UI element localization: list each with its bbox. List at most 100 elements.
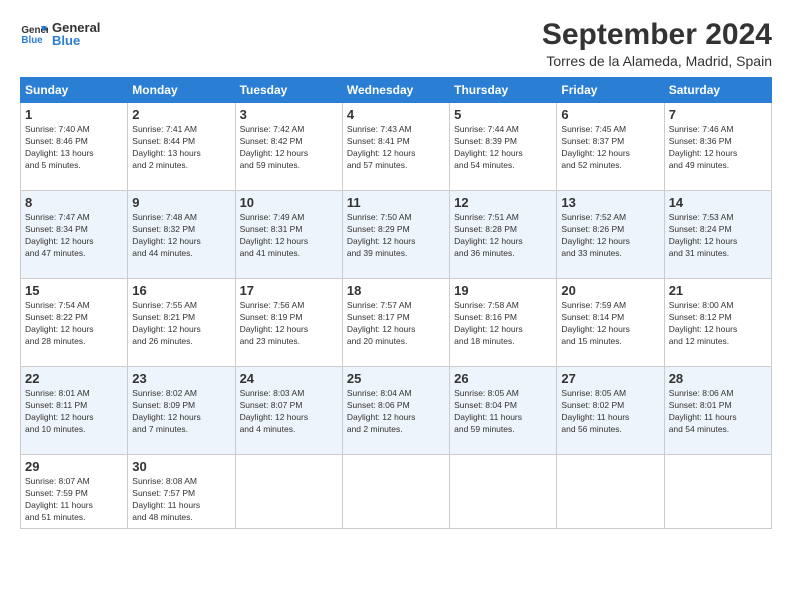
daylight-hours: Daylight: 11 hours: [561, 412, 629, 422]
day-number: 24: [240, 371, 338, 386]
day-detail: and 57 minutes.: [347, 160, 407, 170]
sunset-info: Sunset: 8:41 PM: [347, 136, 410, 146]
day-detail: and 23 minutes.: [240, 336, 300, 346]
sunrise-info: Sunrise: 7:41 AM: [132, 124, 197, 134]
daylight-hours: Daylight: 12 hours: [347, 324, 416, 334]
day-info: Sunrise: 7:52 AMSunset: 8:26 PMDaylight:…: [561, 212, 659, 260]
sunset-info: Sunset: 8:07 PM: [240, 400, 303, 410]
day-number: 12: [454, 195, 552, 210]
day-number: 7: [669, 107, 767, 122]
day-info: Sunrise: 7:51 AMSunset: 8:28 PMDaylight:…: [454, 212, 552, 260]
day-detail: and 15 minutes.: [561, 336, 621, 346]
sunrise-info: Sunrise: 8:04 AM: [347, 388, 412, 398]
table-row: 29Sunrise: 8:07 AMSunset: 7:59 PMDayligh…: [21, 455, 128, 529]
calendar-header-row: Sunday Monday Tuesday Wednesday Thursday…: [21, 78, 772, 103]
calendar-table: Sunday Monday Tuesday Wednesday Thursday…: [20, 77, 772, 529]
daylight-hours: Daylight: 12 hours: [132, 324, 201, 334]
sunrise-info: Sunrise: 8:00 AM: [669, 300, 734, 310]
day-number: 22: [25, 371, 123, 386]
day-detail: and 2 minutes.: [132, 160, 188, 170]
sunset-info: Sunset: 8:28 PM: [454, 224, 517, 234]
day-info: Sunrise: 8:03 AMSunset: 8:07 PMDaylight:…: [240, 388, 338, 436]
sunrise-info: Sunrise: 8:07 AM: [25, 476, 90, 486]
daylight-hours: Daylight: 12 hours: [454, 324, 523, 334]
month-title: September 2024: [542, 18, 772, 51]
sunrise-info: Sunrise: 7:57 AM: [347, 300, 412, 310]
sunrise-info: Sunrise: 7:40 AM: [25, 124, 90, 134]
daylight-hours: Daylight: 12 hours: [240, 324, 309, 334]
day-number: 15: [25, 283, 123, 298]
table-row: 14Sunrise: 7:53 AMSunset: 8:24 PMDayligh…: [664, 191, 771, 279]
day-number: 18: [347, 283, 445, 298]
day-number: 25: [347, 371, 445, 386]
calendar-week-row: 15 Sunrise: 7:54 AMSunset: 8:22 PMDayligh…: [21, 279, 772, 367]
daylight-hours: Daylight: 12 hours: [240, 412, 309, 422]
table-row: 6Sunrise: 7:45 AMSunset: 8:37 PMDaylight…: [557, 103, 664, 191]
day-info: Sunrise: 7:54 AMSunset: 8:22 PMDaylight:…: [25, 300, 123, 348]
header-thursday: Thursday: [450, 78, 557, 103]
day-detail: and 59 minutes.: [454, 424, 514, 434]
day-info: Sunrise: 7:57 AMSunset: 8:17 PMDaylight:…: [347, 300, 445, 348]
table-row: 4Sunrise: 7:43 AMSunset: 8:41 PMDaylight…: [342, 103, 449, 191]
sunrise-info: Sunrise: 7:42 AM: [240, 124, 305, 134]
table-row: 25Sunrise: 8:04 AMSunset: 8:06 PMDayligh…: [342, 367, 449, 455]
daylight-hours: Daylight: 12 hours: [240, 236, 309, 246]
logo-line2: Blue: [52, 33, 100, 48]
day-detail: and 12 minutes.: [669, 336, 729, 346]
sunset-info: Sunset: 7:57 PM: [132, 488, 195, 498]
daylight-hours: Daylight: 12 hours: [561, 148, 630, 158]
day-detail: and 7 minutes.: [132, 424, 188, 434]
day-number: 27: [561, 371, 659, 386]
logo: General Blue General Blue: [20, 18, 100, 48]
daylight-hours: Daylight: 12 hours: [347, 148, 416, 158]
day-number: 10: [240, 195, 338, 210]
day-number: 21: [669, 283, 767, 298]
sunrise-info: Sunrise: 7:48 AM: [132, 212, 197, 222]
day-number: 28: [669, 371, 767, 386]
sunrise-info: Sunrise: 7:53 AM: [669, 212, 734, 222]
sunset-info: Sunset: 8:09 PM: [132, 400, 195, 410]
day-detail: and 39 minutes.: [347, 248, 407, 258]
sunset-info: Sunset: 8:39 PM: [454, 136, 517, 146]
day-number: 20: [561, 283, 659, 298]
sunrise-info: Sunrise: 7:51 AM: [454, 212, 519, 222]
table-row: 10Sunrise: 7:49 AMSunset: 8:31 PMDayligh…: [235, 191, 342, 279]
table-row: 15 Sunrise: 7:54 AMSunset: 8:22 PMDayligh…: [21, 279, 128, 367]
header-sunday: Sunday: [21, 78, 128, 103]
daylight-hours: Daylight: 12 hours: [561, 236, 630, 246]
sunrise-info: Sunrise: 7:54 AM: [25, 300, 90, 310]
location: Torres de la Alameda, Madrid, Spain: [542, 53, 772, 69]
table-row: 28Sunrise: 8:06 AMSunset: 8:01 PMDayligh…: [664, 367, 771, 455]
sunrise-info: Sunrise: 7:58 AM: [454, 300, 519, 310]
logo-icon: General Blue: [20, 19, 48, 47]
day-number: 11: [347, 195, 445, 210]
day-info: Sunrise: 8:08 AMSunset: 7:57 PMDaylight:…: [132, 476, 230, 524]
day-detail: and 44 minutes.: [132, 248, 192, 258]
day-info: Sunrise: 8:00 AMSunset: 8:12 PMDaylight:…: [669, 300, 767, 348]
day-info: Sunrise: 7:45 AMSunset: 8:37 PMDaylight:…: [561, 124, 659, 172]
daylight-hours: Daylight: 12 hours: [132, 236, 201, 246]
sunset-info: Sunset: 8:46 PM: [25, 136, 88, 146]
day-detail: and 5 minutes.: [25, 160, 81, 170]
day-number: 19: [454, 283, 552, 298]
table-row: [557, 455, 664, 529]
daylight-hours: Daylight: 12 hours: [347, 412, 416, 422]
daylight-hours: Daylight: 13 hours: [132, 148, 201, 158]
sunrise-info: Sunrise: 7:59 AM: [561, 300, 626, 310]
day-number: 4: [347, 107, 445, 122]
sunrise-info: Sunrise: 8:02 AM: [132, 388, 197, 398]
day-number: 14: [669, 195, 767, 210]
daylight-hours: Daylight: 11 hours: [25, 500, 93, 510]
calendar-week-row: 29Sunrise: 8:07 AMSunset: 7:59 PMDayligh…: [21, 455, 772, 529]
table-row: 24 Sunrise: 8:03 AMSunset: 8:07 PMDayligh…: [235, 367, 342, 455]
day-detail: and 54 minutes.: [454, 160, 514, 170]
sunset-info: Sunset: 7:59 PM: [25, 488, 88, 498]
day-number: 5: [454, 107, 552, 122]
svg-text:Blue: Blue: [21, 35, 43, 46]
daylight-hours: Daylight: 12 hours: [669, 148, 738, 158]
table-row: 19Sunrise: 7:58 AMSunset: 8:16 PMDayligh…: [450, 279, 557, 367]
table-row: 8Sunrise: 7:47 AMSunset: 8:34 PMDaylight…: [21, 191, 128, 279]
table-row: [342, 455, 449, 529]
sunset-info: Sunset: 8:31 PM: [240, 224, 303, 234]
daylight-hours: Daylight: 12 hours: [25, 236, 94, 246]
